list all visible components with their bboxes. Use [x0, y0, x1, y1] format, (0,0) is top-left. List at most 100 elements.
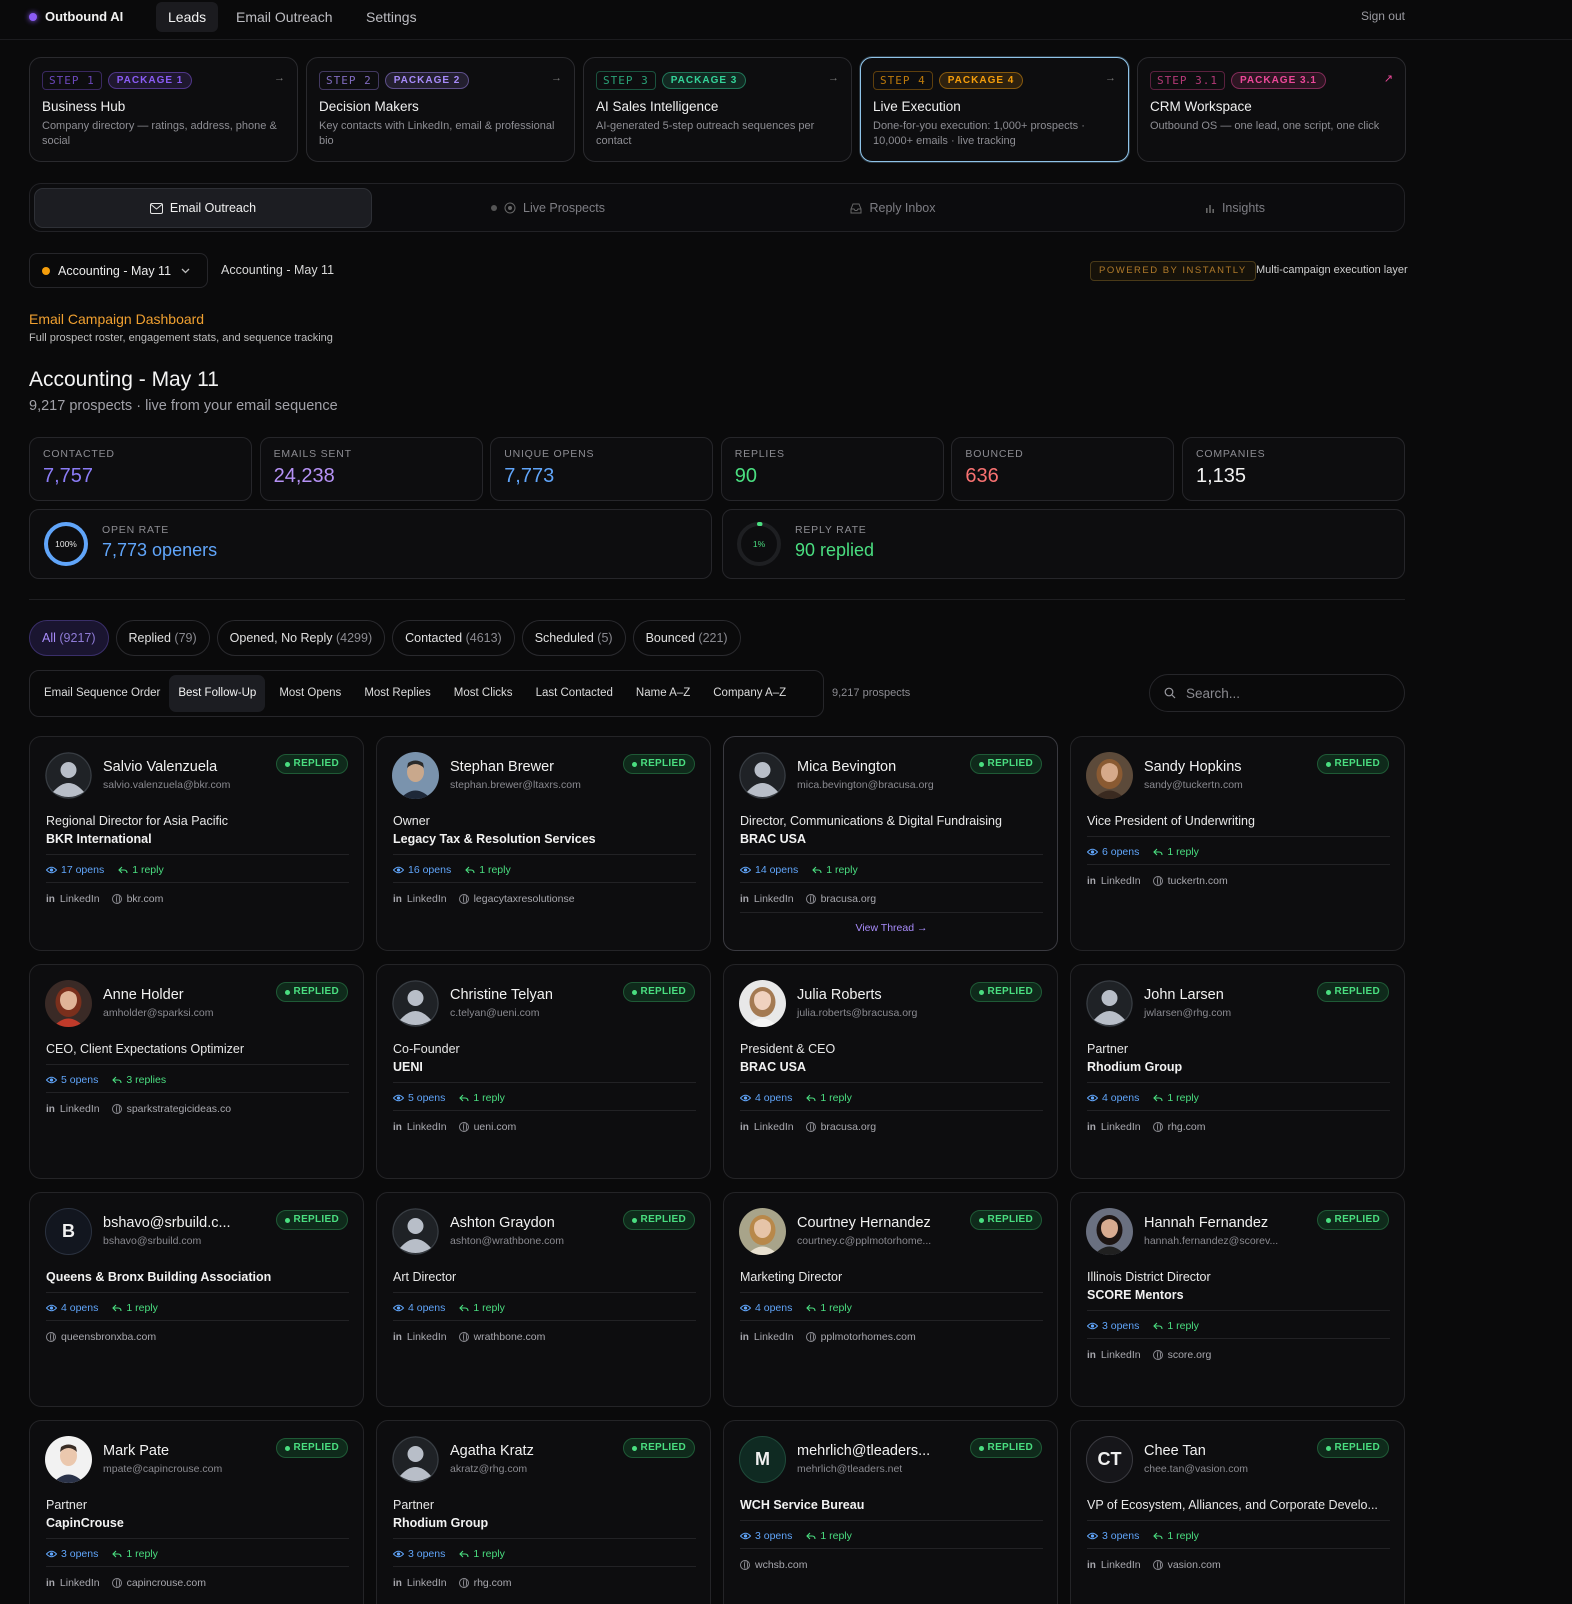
lead-name[interactable]: mehrlich@tleaders...	[797, 1443, 930, 1459]
linkedin-link[interactable]: in LinkedIn	[1087, 1349, 1141, 1361]
lead-name[interactable]: Anne Holder	[103, 987, 184, 1003]
lead-card[interactable]: Salvio Valenzuela salvio.valenzuela@bkr.c…	[29, 736, 364, 951]
website-link[interactable]: sparkstrategicideas.co	[111, 1103, 231, 1115]
lead-links: wchsb.com	[740, 1559, 808, 1571]
sign-out-link[interactable]: Sign out	[1361, 9, 1405, 23]
linkedin-link[interactable]: in LinkedIn	[740, 1331, 794, 1343]
lead-name[interactable]: Stephan Brewer	[450, 759, 554, 775]
linkedin-link[interactable]: in LinkedIn	[393, 1121, 447, 1133]
lead-card[interactable]: Ashton Graydon ashton@wrathbone.com REPLIE…	[376, 1192, 711, 1407]
linkedin-link[interactable]: in LinkedIn	[740, 893, 794, 905]
lead-card[interactable]: Courtney Hernandez courtney.c@pplmotorhom…	[723, 1192, 1058, 1407]
linkedin-link[interactable]: in LinkedIn	[1087, 1121, 1141, 1133]
tab-reply-inbox[interactable]: Reply Inbox	[724, 188, 1062, 228]
lead-name[interactable]: Courtney Hernandez	[797, 1215, 931, 1231]
lead-card[interactable]: Christine Telyan c.telyan@ueni.com REPLIED…	[376, 964, 711, 1179]
website-link[interactable]: rhg.com	[1152, 1121, 1206, 1133]
website-link[interactable]: capincrouse.com	[111, 1577, 206, 1589]
linkedin-link[interactable]: in LinkedIn	[740, 1121, 794, 1133]
tab-live-prospects[interactable]: Live Prospects	[379, 188, 717, 228]
lead-card[interactable]: Stephan Brewer stephan.brewer@ltaxrs.com R…	[376, 736, 711, 951]
step-card[interactable]: STEP 3 PACKAGE 3 → AI Sales Intelligence AI-…	[583, 57, 852, 162]
filter-pill[interactable]: Contacted (4613)	[392, 620, 515, 656]
lead-name[interactable]: Mark Pate	[103, 1443, 169, 1459]
lead-card[interactable]: CT Chee Tan chee.tan@vasion.com REPLIED VP o…	[1070, 1420, 1405, 1604]
sort-option[interactable]: Company A–Z	[704, 675, 795, 712]
search-input[interactable]	[1186, 685, 1386, 701]
nav-tab-settings[interactable]: Settings	[354, 2, 429, 32]
website-link[interactable]: wrathbone.com	[458, 1331, 545, 1343]
lead-card[interactable]: Agatha Kratz akratz@rhg.com REPLIED Partner…	[376, 1420, 711, 1604]
linkedin-link[interactable]: in LinkedIn	[1087, 1559, 1141, 1571]
website-link[interactable]: bracusa.org	[805, 893, 876, 905]
filter-pill[interactable]: Replied (79)	[115, 620, 210, 656]
nav-tab-email-outreach[interactable]: Email Outreach	[224, 2, 344, 32]
lead-card[interactable]: Bbshavo@srbuild.c... bshavo@srbuild.com RE…	[29, 1192, 364, 1407]
step-card[interactable]: STEP 3.1 PACKAGE 3.1 ↗ CRM Workspace Outboun…	[1137, 57, 1406, 162]
sort-option[interactable]: Most Clicks	[445, 675, 522, 712]
website-link[interactable]: legacytaxresolutionse	[458, 893, 575, 905]
website-link[interactable]: vasion.com	[1152, 1559, 1221, 1571]
website-link[interactable]: pplmotorhomes.com	[805, 1331, 916, 1343]
step-card[interactable]: STEP 1 PACKAGE 1 → Business Hub Company dire…	[29, 57, 298, 162]
filter-pill[interactable]: Bounced (221)	[632, 620, 741, 656]
lead-card[interactable]: Anne Holder amholder@sparksi.com REPLIED CE…	[29, 964, 364, 1179]
step-tags: STEP 1 PACKAGE 1	[42, 70, 285, 90]
sort-option[interactable]: Most Replies	[355, 675, 439, 712]
lead-name[interactable]: John Larsen	[1144, 987, 1224, 1003]
lead-name[interactable]: Sandy Hopkins	[1144, 759, 1242, 775]
sort-option[interactable]: Email Sequence Order	[35, 675, 169, 712]
opens-stat: 3 opens	[740, 1530, 792, 1542]
linkedin-link[interactable]: in LinkedIn	[393, 893, 447, 905]
lead-name[interactable]: Hannah Fernandez	[1144, 1215, 1268, 1231]
linkedin-link[interactable]: in LinkedIn	[1087, 875, 1141, 887]
lead-name[interactable]: Christine Telyan	[450, 987, 553, 1003]
website-link[interactable]: rhg.com	[458, 1577, 512, 1589]
tab-email-outreach[interactable]: Email Outreach	[34, 188, 372, 228]
website-link[interactable]: score.org	[1152, 1349, 1211, 1361]
lead-links: in LinkedIn rhg.com	[1087, 1121, 1206, 1133]
replies-count: 3 replies	[126, 1074, 167, 1086]
brand[interactable]: Outbound AI	[29, 9, 123, 24]
tab-insights[interactable]: Insights	[1066, 188, 1404, 228]
lead-name[interactable]: Mica Bevington	[797, 759, 896, 775]
linkedin-link[interactable]: in LinkedIn	[46, 1103, 100, 1115]
sort-option[interactable]: Most Opens	[270, 675, 350, 712]
website-link[interactable]: tuckertn.com	[1152, 875, 1228, 887]
website-link[interactable]: ueni.com	[458, 1121, 516, 1133]
website-link[interactable]: wchsb.com	[740, 1559, 808, 1571]
filter-pill[interactable]: Scheduled (5)	[521, 620, 626, 656]
view-thread-link[interactable]: View Thread →	[724, 922, 1059, 934]
lead-name[interactable]: Chee Tan	[1144, 1443, 1206, 1459]
lead-card[interactable]: Sandy Hopkins sandy@tuckertn.com REPLIED Vi…	[1070, 736, 1405, 951]
linkedin-link[interactable]: in LinkedIn	[393, 1331, 447, 1343]
sort-option[interactable]: Name A–Z	[627, 675, 699, 712]
linkedin-link[interactable]: in LinkedIn	[393, 1577, 447, 1589]
lead-card[interactable]: Mica Bevington mica.bevington@bracusa.org…	[723, 736, 1058, 951]
lead-name[interactable]: Agatha Kratz	[450, 1443, 534, 1459]
website-link[interactable]: bracusa.org	[805, 1121, 876, 1133]
lead-links: in LinkedIn vasion.com	[1087, 1559, 1221, 1571]
lead-card[interactable]: Julia Roberts julia.roberts@bracusa.org RE…	[723, 964, 1058, 1179]
website-link[interactable]: bkr.com	[111, 893, 163, 905]
lead-card[interactable]: Hannah Fernandez hannah.fernandez@scorev.…	[1070, 1192, 1405, 1407]
linkedin-link[interactable]: in LinkedIn	[46, 893, 100, 905]
lead-name[interactable]: Julia Roberts	[797, 987, 882, 1003]
filter-pill[interactable]: All (9217)	[29, 620, 109, 656]
lead-card[interactable]: Mmehrlich@tleaders... mehrlich@tleaders.n…	[723, 1420, 1058, 1604]
engagement-stats: 4 opens 1 reply	[740, 1092, 852, 1104]
lead-name[interactable]: bshavo@srbuild.c...	[103, 1215, 231, 1231]
lead-name[interactable]: Ashton Graydon	[450, 1215, 555, 1231]
website-link[interactable]: queensbronxba.com	[46, 1331, 156, 1343]
lead-card[interactable]: John Larsen jwlarsen@rhg.com REPLIED Partne…	[1070, 964, 1405, 1179]
sort-option[interactable]: Last Contacted	[527, 675, 622, 712]
linkedin-link[interactable]: in LinkedIn	[46, 1577, 100, 1589]
lead-name[interactable]: Salvio Valenzuela	[103, 759, 217, 775]
nav-tab-leads[interactable]: Leads	[156, 2, 219, 32]
filter-pill[interactable]: Opened, No Reply (4299)	[216, 620, 386, 656]
step-card[interactable]: STEP 2 PACKAGE 2 → Decision Makers Key conta…	[306, 57, 575, 162]
lead-card[interactable]: Mark Pate mpate@capincrouse.com REPLIED Par…	[29, 1420, 364, 1604]
step-card[interactable]: STEP 4 PACKAGE 4 → Live Execution Done-for-y…	[860, 57, 1129, 162]
sort-option[interactable]: Best Follow-Up	[169, 675, 266, 712]
campaign-select[interactable]: Accounting - May 11	[29, 253, 208, 288]
